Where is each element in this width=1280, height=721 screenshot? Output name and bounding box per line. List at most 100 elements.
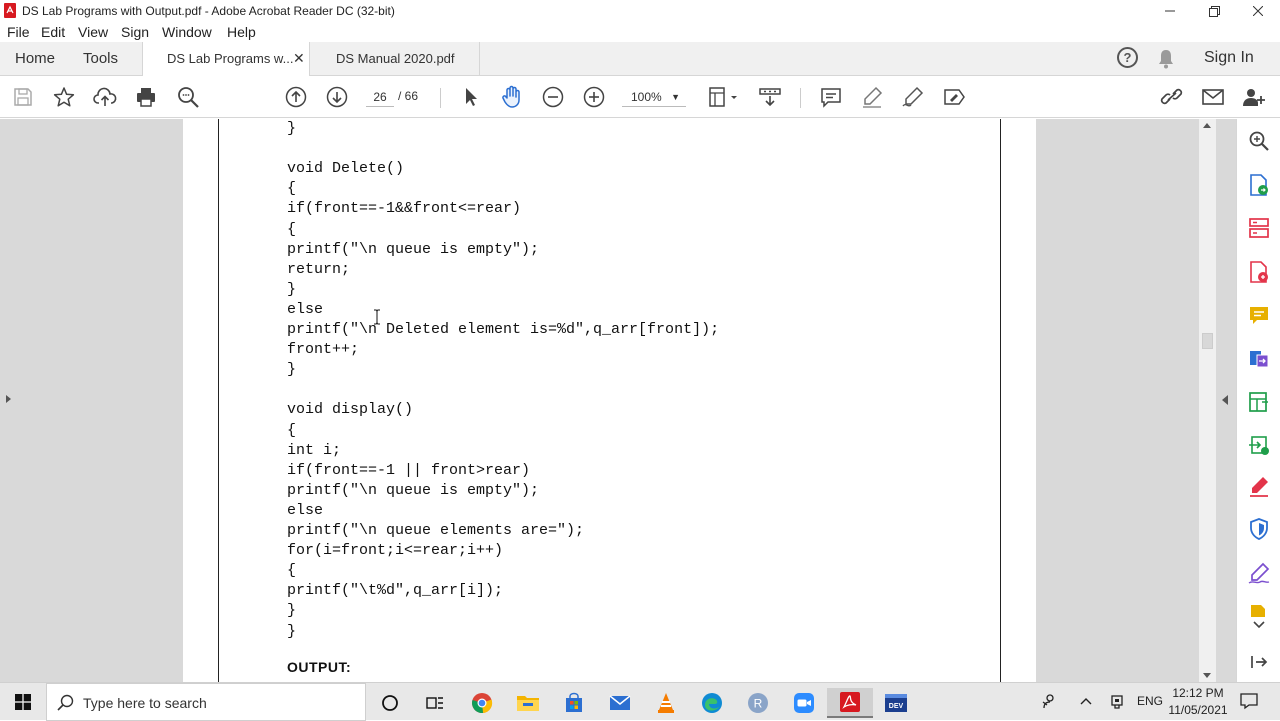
document-tab[interactable]: DS Manual 2020.pdf [310, 42, 480, 76]
menu-help[interactable]: Help [227, 24, 256, 40]
vlc-icon[interactable] [643, 688, 689, 718]
export-pdf-icon[interactable] [1248, 174, 1270, 196]
code-line: { [287, 562, 297, 580]
vertical-scrollbar[interactable] [1199, 119, 1216, 682]
dev-cpp-icon[interactable]: DEV [873, 688, 919, 718]
save-icon[interactable] [11, 85, 35, 109]
request-signature-icon[interactable] [1248, 562, 1270, 584]
pdf-page[interactable]: } void Delete() {if(front==-1&&front<=rear… [183, 119, 1036, 682]
input-language-indicator[interactable]: ENG [1137, 694, 1163, 708]
create-pdf-icon[interactable] [1248, 261, 1270, 283]
microsoft-store-icon[interactable] [551, 688, 597, 718]
add-user-icon[interactable] [1242, 85, 1266, 109]
code-line: } [287, 280, 297, 298]
restore-button[interactable] [1192, 0, 1236, 22]
close-window-button[interactable] [1236, 0, 1280, 22]
menu-window[interactable]: Window [162, 24, 212, 40]
code-line: else [287, 501, 324, 519]
taskbar-search-box[interactable]: Type here to search [46, 683, 366, 721]
chevron-down-icon[interactable] [1248, 619, 1270, 631]
redact-tool-icon[interactable] [942, 85, 966, 109]
left-pane-expand-icon[interactable] [6, 395, 11, 403]
code-line: printf("\n queue elements are="); [287, 522, 585, 539]
page-number-input[interactable]: 26 [366, 87, 394, 107]
search-icon [57, 694, 74, 711]
print-icon[interactable] [134, 85, 158, 109]
minimize-button[interactable] [1148, 0, 1192, 22]
combine-files-icon[interactable] [1248, 347, 1270, 369]
fill-sign-icon[interactable] [1248, 475, 1270, 497]
menu-edit[interactable]: Edit [41, 24, 65, 40]
sign-in-button[interactable]: Sign In [1204, 49, 1254, 67]
edge-icon[interactable] [689, 688, 735, 718]
show-hidden-icons-chevron-icon[interactable] [1079, 695, 1093, 709]
draw-sign-icon[interactable] [901, 85, 925, 109]
menu-sign[interactable]: Sign [121, 24, 149, 40]
close-tab-icon[interactable]: ✕ [293, 50, 305, 67]
task-view-icon[interactable] [412, 688, 458, 718]
zoom-in-icon[interactable] [582, 85, 606, 109]
toolbar-divider [440, 88, 441, 108]
mail-icon[interactable] [597, 688, 643, 718]
people-icon[interactable] [1041, 693, 1057, 712]
previous-page-icon[interactable] [284, 85, 308, 109]
network-device-icon[interactable] [1109, 694, 1125, 713]
next-page-icon[interactable] [325, 85, 349, 109]
code-line: front++; [287, 341, 360, 359]
share-link-icon[interactable] [1160, 85, 1184, 109]
document-tab-active[interactable]: DS Lab Programs w... ✕ [142, 42, 310, 77]
collapse-pane-icon[interactable] [1248, 651, 1270, 673]
home-tab[interactable]: Home [15, 50, 55, 67]
code-line: } [287, 622, 297, 640]
zoom-out-icon[interactable] [541, 85, 565, 109]
code-line: { [287, 421, 297, 439]
send-for-review-icon[interactable] [1248, 434, 1270, 456]
file-explorer-icon[interactable] [505, 688, 551, 718]
zoom-search-icon[interactable] [1248, 130, 1270, 152]
page-total: / 66 [398, 89, 419, 103]
code-line: printf("\t%d",q_arr[i]); [287, 582, 504, 600]
acrobat-taskbar-icon[interactable] [827, 688, 873, 718]
select-pointer-icon[interactable] [459, 85, 483, 109]
window-title: DS Lab Programs with Output.pdf - Adobe … [22, 4, 395, 18]
code-line: for(i=front;i<=rear;i++) [287, 542, 504, 560]
notification-bell-icon[interactable] [1157, 49, 1175, 74]
document-workspace[interactable]: } void Delete() {if(front==-1&&front<=rear… [0, 119, 1236, 682]
edit-pdf-icon[interactable] [1248, 391, 1270, 413]
clock-time[interactable]: 12:12 PM [1168, 686, 1228, 700]
chevron-down-icon: ▼ [671, 92, 680, 102]
cloud-upload-icon[interactable] [93, 85, 117, 109]
chrome-icon[interactable] [459, 688, 505, 718]
menu-file[interactable]: File [7, 24, 30, 40]
hand-tool-icon[interactable] [500, 85, 524, 109]
zoom-level-dropdown[interactable]: 100% ▼ [622, 87, 686, 107]
scrollbar-thumb[interactable] [1202, 333, 1213, 349]
protect-shield-icon[interactable] [1248, 518, 1270, 540]
scroll-mode-icon[interactable] [758, 85, 782, 109]
r-app-icon[interactable]: R [735, 688, 781, 718]
scroll-up-icon[interactable] [1203, 123, 1211, 128]
code-line: } [287, 361, 297, 379]
more-tools-partial-icon[interactable] [1248, 603, 1270, 617]
email-icon[interactable] [1201, 85, 1225, 109]
comment-tool-icon[interactable] [1248, 305, 1270, 327]
start-button[interactable] [0, 683, 46, 721]
menu-view[interactable]: View [78, 24, 108, 40]
code-line: if(front==-1 || front>rear) [287, 461, 531, 479]
star-bookmark-icon[interactable] [52, 85, 76, 109]
zoom-app-icon[interactable] [781, 688, 827, 718]
organize-pages-icon[interactable] [1248, 217, 1270, 239]
code-line: { [287, 220, 297, 238]
cortana-icon[interactable] [367, 688, 413, 718]
right-pane-collapse-icon[interactable] [1222, 395, 1228, 405]
code-line: printf("\n queue is empty"); [287, 481, 540, 499]
scroll-down-icon[interactable] [1203, 673, 1211, 678]
find-zoom-icon[interactable] [176, 85, 200, 109]
comment-icon[interactable] [819, 85, 843, 109]
highlight-pen-icon[interactable] [860, 85, 884, 109]
tools-tab[interactable]: Tools [83, 50, 118, 67]
action-center-icon[interactable] [1240, 692, 1258, 715]
help-icon[interactable]: ? [1117, 47, 1138, 68]
page-display-icon[interactable] [706, 85, 740, 109]
clock-date[interactable]: 11/05/2021 [1164, 703, 1232, 717]
